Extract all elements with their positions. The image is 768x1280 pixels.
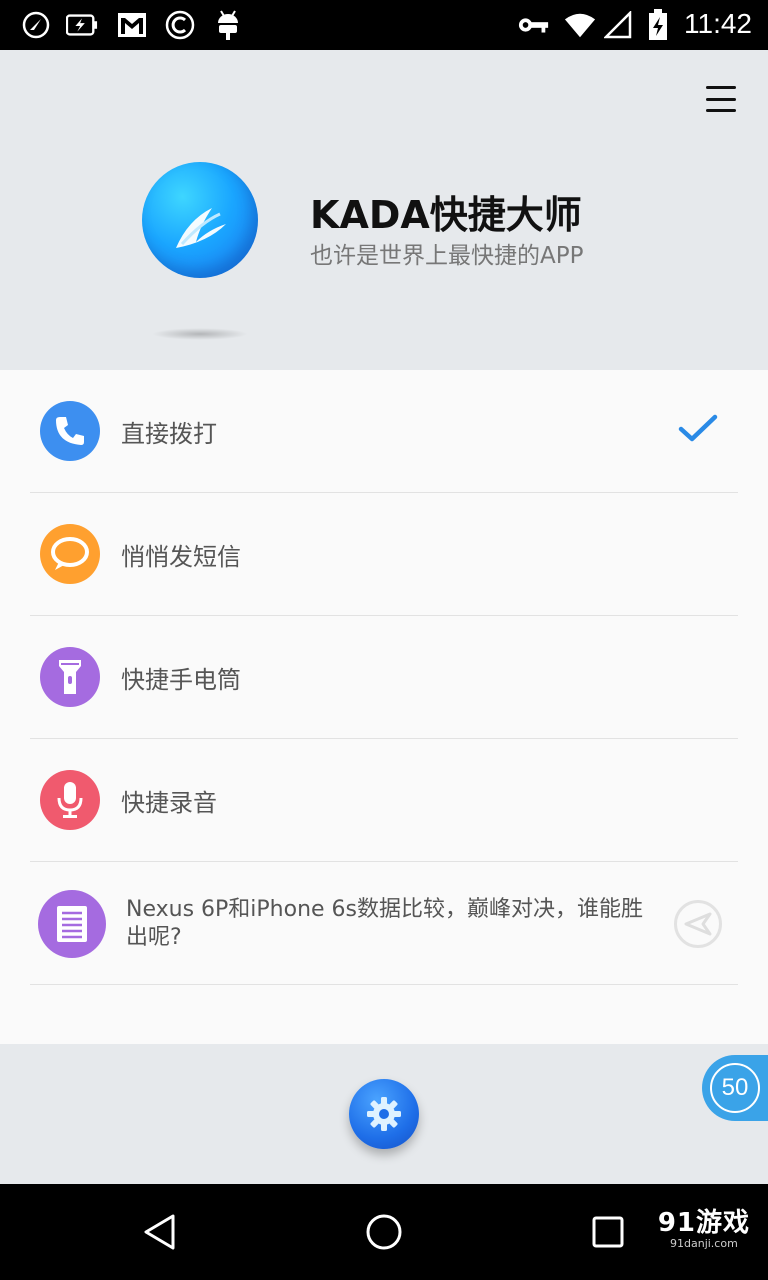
share-button[interactable] [674, 900, 722, 948]
list-item-flashlight[interactable]: 快捷手电筒 [30, 616, 738, 739]
logo-shadow [152, 328, 248, 340]
watermark-text: 91游戏 [657, 1208, 750, 1238]
copyright-app-icon [164, 9, 196, 41]
app-header: KADA快捷大师 也许是世界上最快捷的APP [0, 50, 768, 370]
list-item-voice-recorder[interactable]: 快捷录音 [30, 739, 738, 862]
news-headline: Nexus 6P和iPhone 6s数据比较，巅峰对决，谁能胜出呢? [126, 897, 644, 950]
back-icon [144, 1214, 175, 1250]
document-icon [38, 890, 106, 958]
menu-icon-bar [706, 109, 736, 112]
battery-saver-icon [66, 9, 98, 41]
settings-button[interactable] [349, 1079, 419, 1149]
list-item-label: 直接拨打 [121, 420, 217, 448]
shortcut-list: 直接拨打 悄悄发短信 快捷手电筒 快捷录音 Nexus 6P和iPhone 6s… [0, 370, 768, 1044]
send-arrow-icon [684, 912, 712, 936]
list-item-direct-call[interactable]: 直接拨打 [30, 370, 738, 493]
checkmark-icon [678, 414, 718, 444]
gmail-icon [116, 9, 148, 41]
recents-icon [592, 1216, 624, 1248]
battery-charging-icon [642, 9, 674, 41]
floating-count-badge[interactable]: 50 [702, 1055, 768, 1121]
phone-icon [40, 401, 100, 461]
home-button[interactable] [364, 1212, 404, 1252]
menu-icon-bar [706, 97, 736, 101]
microphone-icon [40, 770, 100, 830]
app-title: KADA快捷大师 [310, 193, 582, 237]
app-tagline: 也许是世界上最快捷的APP [310, 243, 584, 269]
cell-signal-icon [602, 9, 634, 41]
list-item-label: 快捷录音 [121, 789, 217, 817]
footer: 50 [0, 1044, 768, 1184]
system-nav-bar: 91游戏 91danji.com [0, 1184, 768, 1280]
app-logo-icon [142, 162, 258, 278]
list-item-label: 悄悄发短信 [121, 543, 241, 571]
recents-button[interactable] [588, 1212, 628, 1252]
menu-button[interactable] [706, 86, 736, 112]
android-debug-icon [212, 9, 244, 41]
wifi-icon [564, 9, 596, 41]
list-item-label: 快捷手电筒 [121, 666, 241, 694]
back-button[interactable] [140, 1212, 180, 1252]
badge-count: 50 [710, 1063, 760, 1113]
watermark-logo: 91游戏 91danji.com [658, 1202, 750, 1250]
quick-app-icon [20, 9, 52, 41]
menu-icon-bar [706, 86, 736, 89]
news-item[interactable]: Nexus 6P和iPhone 6s数据比较，巅峰对决，谁能胜出呢? [30, 862, 738, 985]
clock: 11:42 [684, 8, 752, 39]
chat-bubble-icon [40, 524, 100, 584]
vpn-key-icon [518, 9, 550, 41]
home-icon [366, 1214, 402, 1250]
status-bar: 11:42 [0, 0, 768, 50]
flashlight-icon [40, 647, 100, 707]
gear-icon [367, 1097, 401, 1131]
list-item-silent-sms[interactable]: 悄悄发短信 [30, 493, 738, 616]
watermark-url: 91danji.com [670, 1237, 738, 1250]
